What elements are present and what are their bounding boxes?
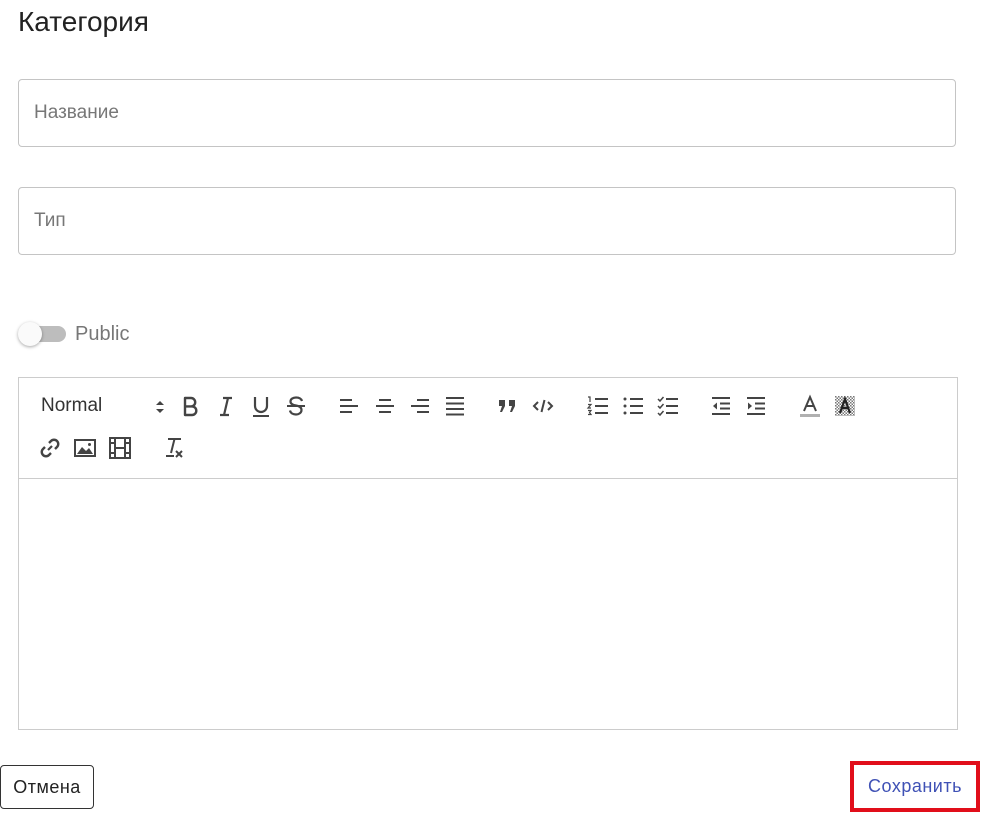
name-input[interactable] bbox=[19, 80, 955, 146]
text-color-icon bbox=[800, 394, 820, 417]
underline-button[interactable] bbox=[248, 393, 274, 419]
text-color-button[interactable] bbox=[797, 393, 823, 419]
blockquote-icon bbox=[499, 400, 515, 412]
outdent-button[interactable] bbox=[708, 393, 734, 419]
name-field-container bbox=[18, 79, 956, 147]
align-right-button[interactable] bbox=[407, 393, 433, 419]
editor-toolbar: Normal bbox=[19, 378, 957, 479]
code-button[interactable] bbox=[530, 393, 556, 419]
check-list-button[interactable] bbox=[655, 393, 681, 419]
type-field-container bbox=[18, 187, 956, 255]
link-icon bbox=[40, 438, 60, 458]
align-left-icon bbox=[340, 399, 358, 413]
clear-format-button[interactable] bbox=[161, 435, 187, 461]
save-button-highlight: Сохранить bbox=[850, 761, 980, 812]
ordered-list-button[interactable] bbox=[585, 393, 611, 419]
align-right-icon bbox=[411, 399, 429, 413]
video-button[interactable] bbox=[107, 435, 133, 461]
align-center-button[interactable] bbox=[372, 393, 398, 419]
header-format-select[interactable]: Normal bbox=[41, 393, 164, 419]
italic-button[interactable] bbox=[213, 393, 239, 419]
outdent-icon bbox=[712, 397, 730, 415]
cancel-button[interactable]: Отмена bbox=[0, 765, 94, 809]
indent-button[interactable] bbox=[743, 393, 769, 419]
align-left-button[interactable] bbox=[336, 393, 362, 419]
code-icon bbox=[532, 399, 554, 413]
public-label: Public bbox=[75, 323, 130, 345]
strike-button[interactable] bbox=[283, 393, 309, 419]
background-color-icon bbox=[835, 395, 855, 416]
image-button[interactable] bbox=[72, 435, 98, 461]
underline-icon bbox=[253, 397, 269, 417]
indent-icon bbox=[747, 397, 765, 415]
type-input[interactable] bbox=[19, 188, 955, 254]
bullet-list-icon bbox=[623, 397, 643, 415]
bold-icon bbox=[183, 396, 198, 417]
italic-icon bbox=[220, 396, 232, 417]
blockquote-button[interactable] bbox=[495, 393, 521, 419]
align-justify-icon bbox=[446, 397, 464, 416]
check-list-icon bbox=[657, 396, 678, 417]
image-icon bbox=[74, 439, 96, 457]
public-toggle[interactable] bbox=[18, 320, 66, 348]
toggle-thumb bbox=[18, 322, 42, 346]
rich-text-editor: Normal bbox=[18, 377, 958, 730]
clear-format-icon bbox=[166, 438, 183, 458]
align-justify-button[interactable] bbox=[442, 393, 468, 419]
ordered-list-icon bbox=[586, 396, 608, 416]
save-button[interactable]: Сохранить bbox=[854, 765, 976, 808]
background-color-button[interactable] bbox=[832, 393, 858, 419]
editor-content[interactable] bbox=[19, 479, 957, 729]
select-arrows-icon bbox=[156, 401, 164, 413]
video-icon bbox=[109, 437, 131, 459]
bullet-list-button[interactable] bbox=[620, 393, 646, 419]
link-button[interactable] bbox=[37, 435, 63, 461]
page-title: Категория bbox=[18, 6, 149, 37]
align-center-icon bbox=[376, 399, 394, 413]
bold-button[interactable] bbox=[177, 393, 203, 419]
strike-icon bbox=[287, 396, 305, 416]
header-format-value: Normal bbox=[41, 395, 103, 416]
